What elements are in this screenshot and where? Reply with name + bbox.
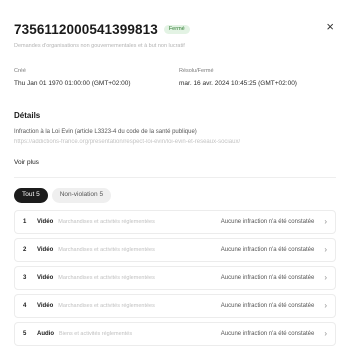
created-column: Créé Thu Jan 01 1970 01:00:00 (GMT+02:00… <box>14 68 171 87</box>
content-category: Marchandises et activités réglementées <box>58 303 155 309</box>
row-number: 2 <box>23 247 27 253</box>
status-badge: Fermé <box>163 24 190 35</box>
content-list: 1 Vidéo Marchandises et activités réglem… <box>14 210 336 350</box>
content-category: Marchandises et activités réglementées <box>58 247 155 253</box>
created-value: Thu Jan 01 1970 01:00:00 (GMT+02:00) <box>14 80 131 87</box>
row-status: Aucune infraction n'a été constatée <box>220 247 315 253</box>
content-type: Vidéo <box>37 219 54 225</box>
filter-tab-non-violation[interactable]: Non-violation 5 <box>51 188 112 203</box>
meta-section: Créé Thu Jan 01 1970 01:00:00 (GMT+02:00… <box>14 68 336 87</box>
content-category: Marchandises et activités réglementées <box>58 219 155 225</box>
content-type: Vidéo <box>37 275 54 281</box>
chevron-right-icon[interactable]: › <box>324 274 327 282</box>
content-category: Marchandises et activités réglementées <box>58 275 155 281</box>
row-status: Aucune infraction n'a été constatée <box>220 303 315 309</box>
report-id-title: 7356112000541399813 <box>14 22 158 37</box>
resolved-label: Résolu/Fermé <box>179 68 214 74</box>
details-text: Infraction à la Loi Evin (article L3323-… <box>14 129 197 135</box>
chevron-right-icon[interactable]: › <box>324 330 327 338</box>
row-status: Aucune infraction n'a été constatée <box>220 219 315 225</box>
chevron-right-icon[interactable]: › <box>324 246 327 254</box>
report-header: 7356112000541399813 Fermé Demandes d'org… <box>14 22 310 49</box>
content-type: Vidéo <box>37 303 54 309</box>
voir-plus-link[interactable]: Voir plus <box>14 159 39 166</box>
row-number: 4 <box>23 303 27 309</box>
list-item[interactable]: 2 Vidéo Marchandises et activités réglem… <box>14 238 336 262</box>
resolved-value: mar. 16 avr. 2024 10:45:25 (GMT+02:00) <box>179 80 297 87</box>
resolved-column: Résolu/Fermé mar. 16 avr. 2024 10:45:25 … <box>179 68 336 87</box>
content-type: Vidéo <box>37 247 54 253</box>
list-item[interactable]: 3 Vidéo Marchandises et activités réglem… <box>14 266 336 290</box>
row-status: Aucune infraction n'a été constatée <box>220 275 315 281</box>
created-label: Créé <box>14 68 26 74</box>
report-subtitle: Demandes d'organisations non gouvernemen… <box>14 43 185 49</box>
filter-tabs: Tout 5 Non-violation 5 <box>14 188 112 203</box>
filter-tab-all[interactable]: Tout 5 <box>14 188 48 203</box>
details-url[interactable]: https://addictions-france.org/presentati… <box>14 139 336 145</box>
divider <box>14 177 336 178</box>
list-item[interactable]: 5 Audio Biens et activités réglementés A… <box>14 322 336 346</box>
chevron-right-icon[interactable]: › <box>324 302 327 310</box>
chevron-right-icon[interactable]: › <box>324 218 327 226</box>
row-number: 5 <box>23 331 27 337</box>
title-row: 7356112000541399813 Fermé <box>14 22 310 37</box>
row-status: Aucune infraction n'a été constatée <box>220 331 315 337</box>
close-icon[interactable]: × <box>326 20 334 33</box>
list-item[interactable]: 1 Vidéo Marchandises et activités réglem… <box>14 210 336 234</box>
content-category: Biens et activités réglementés <box>59 331 133 337</box>
row-number: 3 <box>23 275 27 281</box>
content-type: Audio <box>37 331 54 337</box>
details-title: Détails <box>14 111 41 120</box>
row-number: 1 <box>23 219 27 225</box>
list-item[interactable]: 4 Vidéo Marchandises et activités réglem… <box>14 294 336 318</box>
